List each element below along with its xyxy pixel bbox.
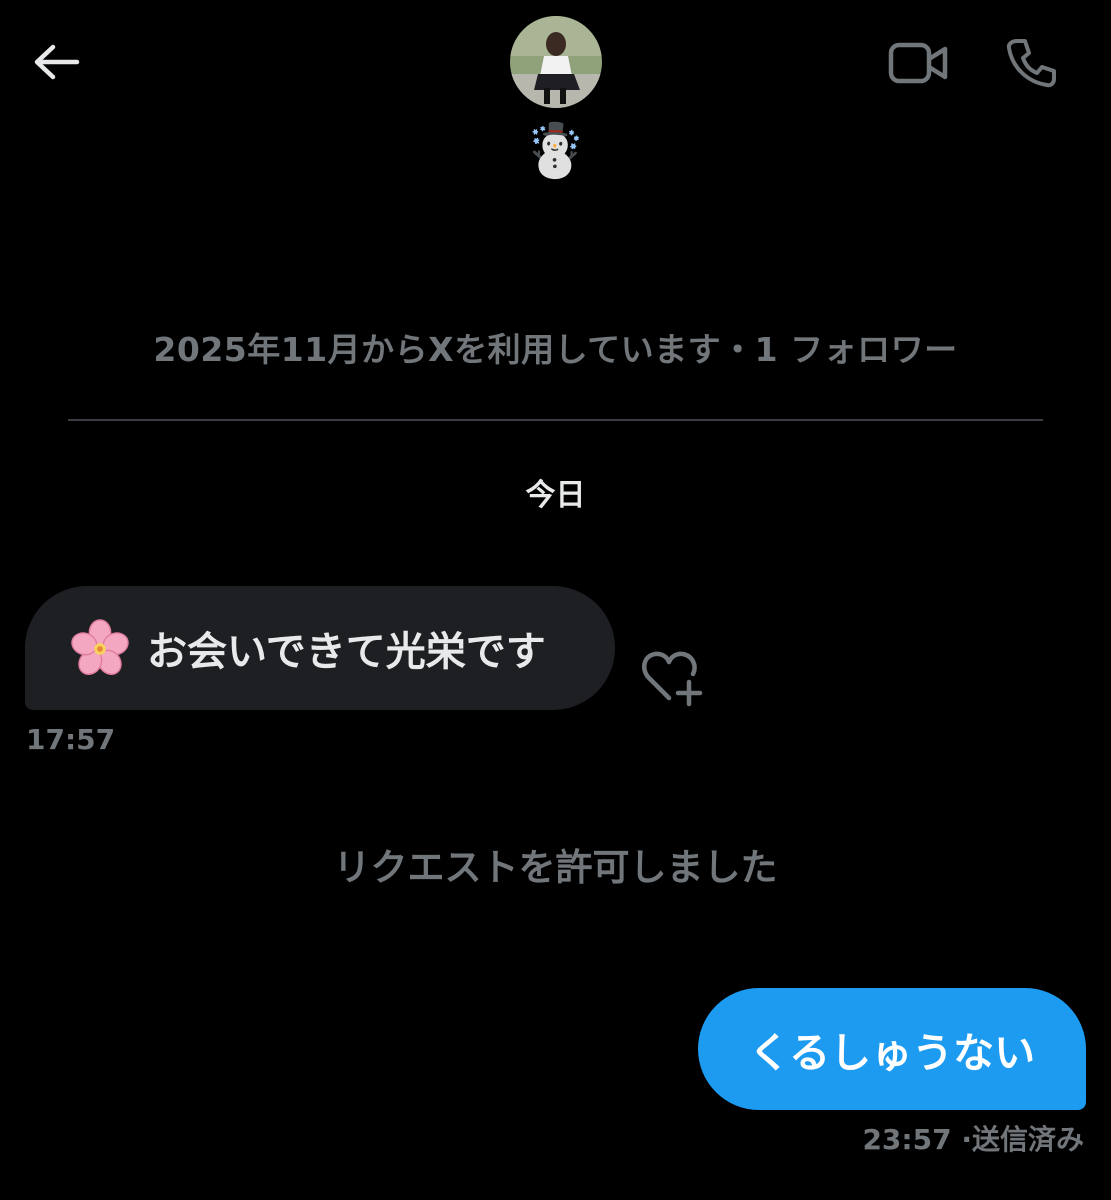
add-reaction-button[interactable]: [636, 644, 708, 712]
divider: [68, 419, 1043, 421]
display-name: ☃️: [522, 121, 588, 181]
back-button[interactable]: [22, 30, 90, 94]
meta-separator: ·: [961, 1123, 972, 1156]
profile-info: 2025年11月からXを利用しています・1 フォロワー: [153, 330, 958, 369]
outgoing-message-time: 23:57: [862, 1123, 952, 1156]
video-call-button[interactable]: [882, 34, 956, 92]
outgoing-message-status: 送信済み: [971, 1123, 1084, 1156]
heart-plus-icon: [641, 651, 703, 707]
system-message: リクエストを許可しました: [333, 846, 778, 889]
voice-call-button[interactable]: [996, 28, 1066, 98]
incoming-message-text: お会いできて光栄です: [147, 629, 546, 675]
outgoing-message-bubble[interactable]: くるしゅうない: [698, 988, 1086, 1110]
date-separator: 今日: [525, 478, 586, 513]
outgoing-message-text: くるしゅうない: [748, 1029, 1036, 1077]
arrow-left-icon: [34, 44, 80, 80]
video-camera-icon: [888, 42, 948, 84]
incoming-message-bubble[interactable]: お会いできて光栄です: [25, 586, 615, 710]
incoming-message-time: 17:57: [26, 723, 116, 756]
phone-icon: [1006, 39, 1056, 88]
avatar[interactable]: [510, 16, 602, 108]
cherry-blossom-icon: [71, 619, 129, 675]
outgoing-message-meta: 23:57 ·送信済み: [862, 1120, 1084, 1160]
